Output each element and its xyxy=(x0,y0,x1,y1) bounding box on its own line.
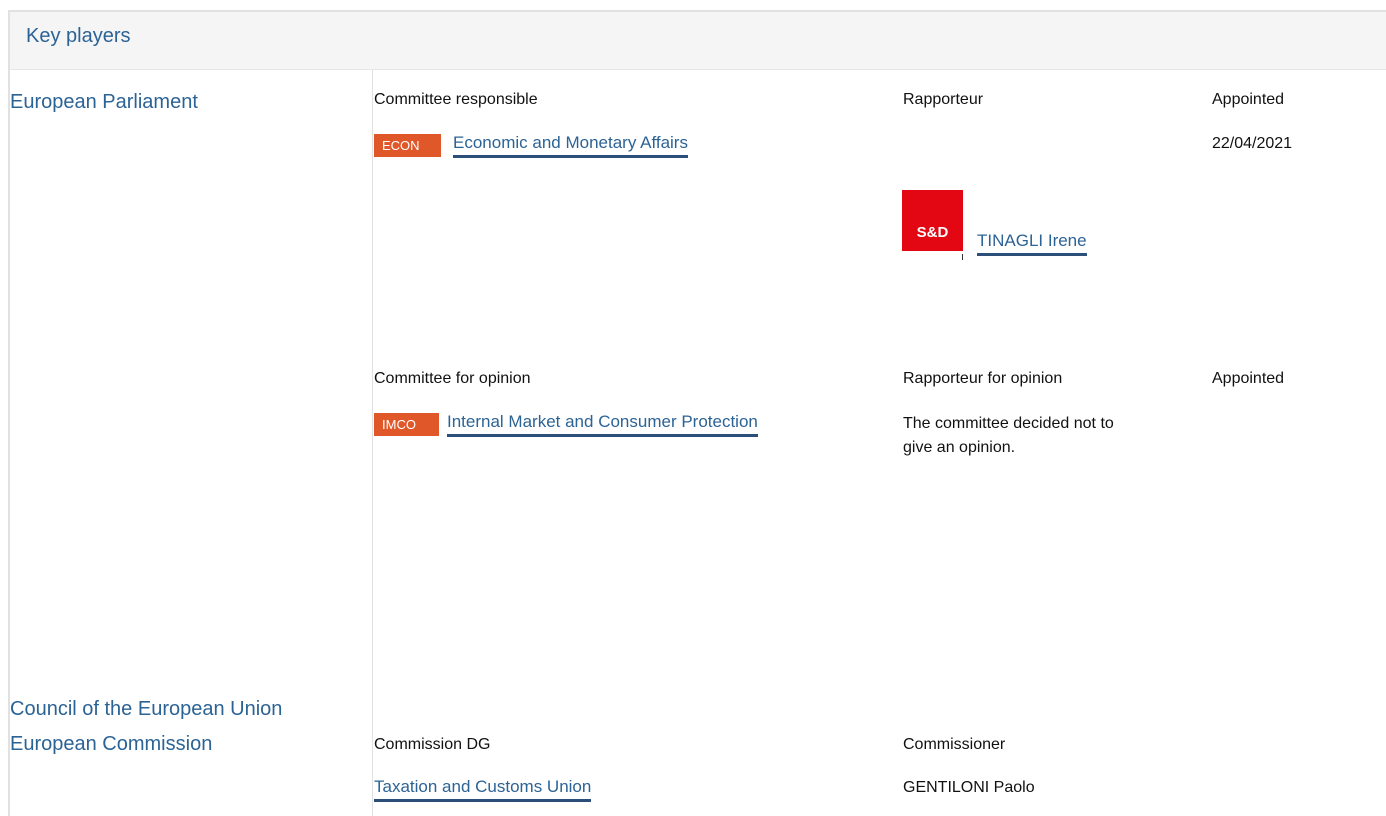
logo-separator xyxy=(962,254,963,260)
col-header-appointed: Appointed xyxy=(1212,91,1285,108)
sd-group-logo: S&D xyxy=(902,190,963,251)
institution-european-commission[interactable]: European Commission xyxy=(10,733,212,756)
key-players-header: Key players xyxy=(10,12,1386,70)
rapporteur-link-tinagli[interactable]: TINAGLI Irene xyxy=(977,231,1087,256)
commission-dg-link[interactable]: Taxation and Customs Union xyxy=(374,777,592,802)
commissioner-name: GENTILONI Paolo xyxy=(903,779,1035,796)
col-header-committee-responsible: Committee responsible xyxy=(374,91,538,108)
institution-european-parliament[interactable]: European Parliament xyxy=(10,91,198,114)
col-header-rapporteur: Rapporteur xyxy=(903,91,984,108)
col-header-commission-dg: Commission DG xyxy=(374,736,491,753)
committee-link-imco[interactable]: Internal Market and Consumer Protection xyxy=(447,412,758,437)
opinion-note-line1: The committee decided not to xyxy=(903,415,1114,432)
col-header-committee-opinion: Committee for opinion xyxy=(374,370,531,387)
committee-badge-imco: IMCO xyxy=(374,413,439,436)
appointed-date: 22/04/2021 xyxy=(1212,135,1293,152)
committee-link-econ[interactable]: Economic and Monetary Affairs xyxy=(453,133,688,158)
column-divider xyxy=(372,70,373,816)
col-header-appointed-opinion: Appointed xyxy=(1212,370,1285,387)
institution-council[interactable]: Council of the European Union xyxy=(10,698,282,721)
opinion-note-line2: give an opinion. xyxy=(903,439,1016,456)
col-header-commissioner: Commissioner xyxy=(903,736,1006,753)
section-title: Key players xyxy=(26,25,131,47)
committee-badge-econ: ECON xyxy=(374,134,441,157)
col-header-rapporteur-opinion: Rapporteur for opinion xyxy=(903,370,1063,387)
